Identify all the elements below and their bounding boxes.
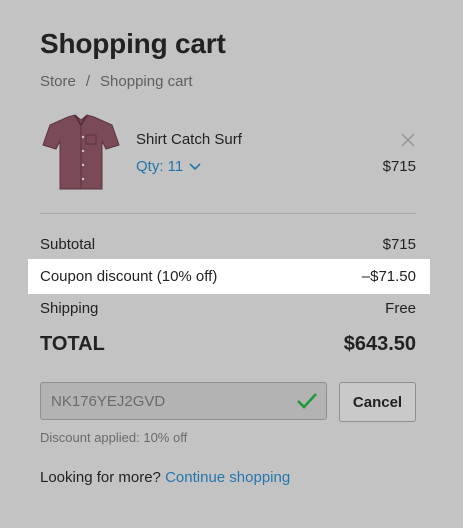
item-price: $715 <box>382 158 416 175</box>
discount-applied-note: Discount applied: 10% off <box>40 430 188 445</box>
divider <box>40 213 416 214</box>
shipping-row: Shipping Free <box>40 300 416 320</box>
total-row: TOTAL $643.50 <box>40 333 416 355</box>
quantity-label: Qty: 11 <box>136 158 184 175</box>
shipping-label: Shipping <box>40 300 99 317</box>
breadcrumb-store[interactable]: Store <box>40 73 76 90</box>
looking-for-more: Looking for more? Continue shopping <box>40 469 290 486</box>
breadcrumb-current: Shopping cart <box>100 73 193 90</box>
coupon-code-input[interactable] <box>41 383 291 419</box>
chevron-down-icon <box>189 162 201 170</box>
close-icon[interactable] <box>400 132 416 148</box>
coupon-discount-value: –$71.50 <box>361 268 416 285</box>
breadcrumb-separator: / <box>85 73 91 90</box>
cart-item: Shirt Catch Surf Qty: 11 $715 <box>40 113 416 195</box>
total-value: $643.50 <box>343 333 416 355</box>
total-label: TOTAL <box>40 333 105 355</box>
coupon-discount-label: Coupon discount (10% off) <box>40 268 218 285</box>
subtotal-label: Subtotal <box>40 236 96 253</box>
coupon-field <box>40 382 327 420</box>
checkmark-icon <box>297 393 317 409</box>
coupon-discount-row: Coupon discount (10% off) –$71.50 <box>40 268 416 288</box>
breadcrumb: Store / Shopping cart <box>40 73 193 90</box>
looking-for-more-prompt: Looking for more? <box>40 469 161 486</box>
item-name[interactable]: Shirt Catch Surf <box>136 131 242 148</box>
shipping-value: Free <box>385 300 416 317</box>
quantity-dropdown[interactable]: Qty: 11 <box>136 158 201 175</box>
page-title: Shopping cart <box>40 28 226 59</box>
continue-shopping-link[interactable]: Continue shopping <box>165 469 290 486</box>
subtotal-value: $715 <box>382 236 416 253</box>
subtotal-row: Subtotal $715 <box>40 236 416 256</box>
cancel-button[interactable]: Cancel <box>339 382 416 422</box>
shirt-image[interactable] <box>42 113 120 193</box>
